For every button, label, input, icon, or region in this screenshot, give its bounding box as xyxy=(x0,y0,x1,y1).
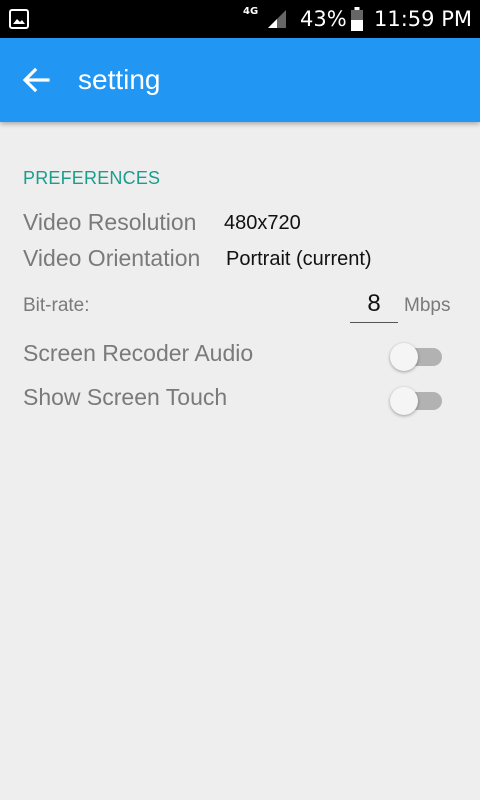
bitrate-input[interactable] xyxy=(350,286,398,323)
show-screen-touch-toggle[interactable] xyxy=(390,385,446,417)
arrow-left-icon xyxy=(22,67,50,93)
app-bar: setting xyxy=(0,38,480,122)
bitrate-label: Bit-rate: xyxy=(23,295,90,316)
toggle-thumb xyxy=(390,343,418,371)
back-button[interactable] xyxy=(18,60,58,100)
video-resolution-label: Video Resolution xyxy=(23,209,197,235)
battery-icon xyxy=(351,7,363,31)
toggle-thumb xyxy=(390,387,418,415)
show-screen-touch-label: Show Screen Touch xyxy=(23,384,228,410)
status-bar: 4G 43% 11:59 PM xyxy=(0,0,480,38)
page-title: setting xyxy=(78,64,161,95)
image-notification-icon xyxy=(9,9,29,29)
video-orientation-value[interactable]: Portrait (current) xyxy=(226,248,372,271)
signal-icon xyxy=(268,10,286,28)
bitrate-unit: Mbps xyxy=(404,295,451,316)
video-orientation-label: Video Orientation xyxy=(23,245,201,271)
clock: 11:59 PM xyxy=(374,7,472,31)
battery-percent: 43% xyxy=(300,7,347,31)
screen-recorder-audio-label: Screen Recoder Audio xyxy=(23,340,254,366)
screen-recorder-audio-toggle[interactable] xyxy=(390,341,446,373)
network-type: 4G xyxy=(243,6,259,17)
video-resolution-value[interactable]: 480x720 xyxy=(224,212,301,235)
preferences-header: PREFERENCES xyxy=(23,168,161,188)
